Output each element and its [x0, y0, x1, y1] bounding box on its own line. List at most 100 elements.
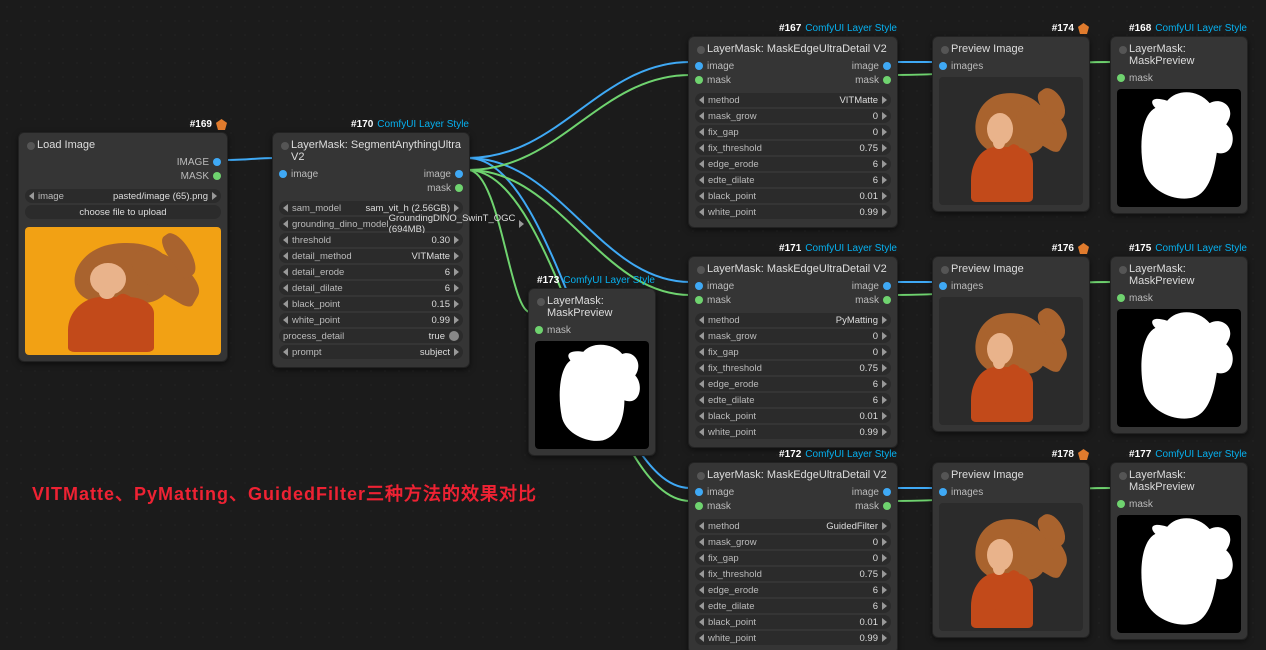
- widget-method[interactable]: methodGuidedFilter: [695, 519, 891, 533]
- node-title[interactable]: LayerMask: MaskEdgeUltraDetail V2: [689, 37, 897, 59]
- widget-process_detail[interactable]: process_detailtrue: [279, 329, 463, 343]
- widget-method[interactable]: methodPyMatting: [695, 313, 891, 327]
- widget-black_point[interactable]: black_point0.01: [695, 409, 891, 423]
- node-preview-174[interactable]: #174 Preview Image images: [932, 36, 1090, 212]
- node-title[interactable]: Preview Image: [933, 37, 1089, 59]
- node-title[interactable]: LayerMask: MaskPreview: [1111, 257, 1247, 291]
- port-in-mask[interactable]: mask: [1129, 499, 1153, 510]
- node-header: #174: [1052, 23, 1089, 34]
- node-title[interactable]: Preview Image: [933, 463, 1089, 485]
- port-out-image[interactable]: image: [852, 61, 879, 72]
- widget-mask_grow[interactable]: mask_grow0: [695, 329, 891, 343]
- mask-thumbnail: [535, 341, 649, 449]
- node-header: #171ComfyUI Layer Style: [779, 243, 897, 254]
- port-out-mask[interactable]: mask: [855, 295, 879, 306]
- node-header: #178: [1052, 449, 1089, 460]
- node-mask-edge-171[interactable]: #171ComfyUI Layer Style LayerMask: MaskE…: [688, 256, 898, 448]
- node-mask-preview-168[interactable]: #168ComfyUI Layer Style LayerMask: MaskP…: [1110, 36, 1248, 214]
- upload-button[interactable]: choose file to upload: [25, 205, 221, 219]
- widget-mask_grow[interactable]: mask_grow0: [695, 535, 891, 549]
- node-title[interactable]: LayerMask: MaskEdgeUltraDetail V2: [689, 463, 897, 485]
- widget-mask_grow[interactable]: mask_grow0: [695, 109, 891, 123]
- port-in-mask[interactable]: mask: [707, 501, 731, 512]
- widget-grounding_dino_model[interactable]: grounding_dino_modelGroundingDINO_SwinT_…: [279, 217, 463, 231]
- node-mask-preview-175[interactable]: #175ComfyUI Layer Style LayerMask: MaskP…: [1110, 256, 1248, 434]
- widget-detail_erode[interactable]: detail_erode6: [279, 265, 463, 279]
- widget-white_point[interactable]: white_point0.99: [279, 313, 463, 327]
- node-header: #172ComfyUI Layer Style: [779, 449, 897, 460]
- preview-thumbnail: [939, 503, 1083, 631]
- widget-fix_threshold[interactable]: fix_threshold0.75: [695, 361, 891, 375]
- widget-threshold[interactable]: threshold0.30: [279, 233, 463, 247]
- port-in-image[interactable]: image: [707, 61, 734, 72]
- port-out-mask[interactable]: mask: [855, 75, 879, 86]
- widget-method[interactable]: methodVITMatte: [695, 93, 891, 107]
- annotation-text: VITMatte、PyMatting、GuidedFilter三种方法的效果对比: [32, 480, 537, 506]
- widget-detail_dilate[interactable]: detail_dilate6: [279, 281, 463, 295]
- port-in-mask[interactable]: mask: [1129, 293, 1153, 304]
- port-out-image[interactable]: image: [424, 169, 451, 180]
- widget-edte_dilate[interactable]: edte_dilate6: [695, 393, 891, 407]
- mask-thumbnail: [1117, 89, 1241, 207]
- port-in-mask[interactable]: mask: [707, 295, 731, 306]
- port-in-image[interactable]: image: [707, 487, 734, 498]
- widget-detail_method[interactable]: detail_methodVITMatte: [279, 249, 463, 263]
- node-title[interactable]: LayerMask: MaskPreview: [529, 289, 655, 323]
- node-load-image[interactable]: #169 Load Image IMAGE MASK imagepasted/i…: [18, 132, 228, 362]
- preview-thumbnail: [939, 297, 1083, 425]
- widget-edge_erode[interactable]: edge_erode6: [695, 157, 891, 171]
- node-header: #167ComfyUI Layer Style: [779, 23, 897, 34]
- node-header: #169: [190, 119, 227, 130]
- widget-black_point[interactable]: black_point0.01: [695, 615, 891, 629]
- node-mask-preview-177[interactable]: #177ComfyUI Layer Style LayerMask: MaskP…: [1110, 462, 1248, 640]
- port-in-mask[interactable]: mask: [707, 75, 731, 86]
- node-header: #170ComfyUI Layer Style: [351, 119, 469, 130]
- fox-icon: [216, 119, 227, 130]
- widget-edte_dilate[interactable]: edte_dilate6: [695, 173, 891, 187]
- widget-white_point[interactable]: white_point0.99: [695, 205, 891, 219]
- port-in-image[interactable]: image: [707, 281, 734, 292]
- widget-edte_dilate[interactable]: edte_dilate6: [695, 599, 891, 613]
- port-in-mask[interactable]: mask: [1129, 73, 1153, 84]
- widget-black_point[interactable]: black_point0.15: [279, 297, 463, 311]
- port-out-image[interactable]: IMAGE: [177, 157, 209, 168]
- node-title[interactable]: LayerMask: MaskPreview: [1111, 37, 1247, 71]
- port-in-image[interactable]: image: [291, 169, 318, 180]
- widget-fix_gap[interactable]: fix_gap0: [695, 125, 891, 139]
- node-mask-edge-172[interactable]: #172ComfyUI Layer Style LayerMask: MaskE…: [688, 462, 898, 650]
- widget-edge_erode[interactable]: edge_erode6: [695, 583, 891, 597]
- node-title[interactable]: Load Image: [19, 133, 227, 155]
- widget-edge_erode[interactable]: edge_erode6: [695, 377, 891, 391]
- node-title[interactable]: LayerMask: SegmentAnythingUltra V2: [273, 133, 469, 167]
- node-preview-176[interactable]: #176 Preview Image images: [932, 256, 1090, 432]
- node-segment-anything[interactable]: #170ComfyUI Layer Style LayerMask: Segme…: [272, 132, 470, 368]
- port-in-images[interactable]: images: [951, 281, 983, 292]
- node-mask-preview-173[interactable]: #173ComfyUI Layer Style LayerMask: MaskP…: [528, 288, 656, 456]
- port-out-image[interactable]: image: [852, 487, 879, 498]
- widget-fix_gap[interactable]: fix_gap0: [695, 551, 891, 565]
- port-in-mask[interactable]: mask: [547, 325, 571, 336]
- node-header: #168ComfyUI Layer Style: [1129, 23, 1247, 34]
- widget-white_point[interactable]: white_point0.99: [695, 631, 891, 645]
- node-title[interactable]: LayerMask: MaskEdgeUltraDetail V2: [689, 257, 897, 279]
- widget-image-file[interactable]: imagepasted/image (65).png: [25, 189, 221, 203]
- widget-white_point[interactable]: white_point0.99: [695, 425, 891, 439]
- port-in-images[interactable]: images: [951, 487, 983, 498]
- widget-prompt[interactable]: promptsubject: [279, 345, 463, 359]
- widget-fix_threshold[interactable]: fix_threshold0.75: [695, 567, 891, 581]
- widget-fix_gap[interactable]: fix_gap0: [695, 345, 891, 359]
- port-out-image[interactable]: image: [852, 281, 879, 292]
- port-in-images[interactable]: images: [951, 61, 983, 72]
- port-out-mask[interactable]: mask: [427, 183, 451, 194]
- node-header: #173ComfyUI Layer Style: [537, 275, 655, 286]
- widget-black_point[interactable]: black_point0.01: [695, 189, 891, 203]
- port-out-mask[interactable]: mask: [855, 501, 879, 512]
- node-header: #175ComfyUI Layer Style: [1129, 243, 1247, 254]
- node-title[interactable]: Preview Image: [933, 257, 1089, 279]
- node-mask-edge-167[interactable]: #167ComfyUI Layer Style LayerMask: MaskE…: [688, 36, 898, 228]
- node-title[interactable]: LayerMask: MaskPreview: [1111, 463, 1247, 497]
- widget-fix_threshold[interactable]: fix_threshold0.75: [695, 141, 891, 155]
- fox-icon: [1078, 243, 1089, 254]
- port-out-mask[interactable]: MASK: [181, 171, 209, 182]
- node-preview-178[interactable]: #178 Preview Image images: [932, 462, 1090, 638]
